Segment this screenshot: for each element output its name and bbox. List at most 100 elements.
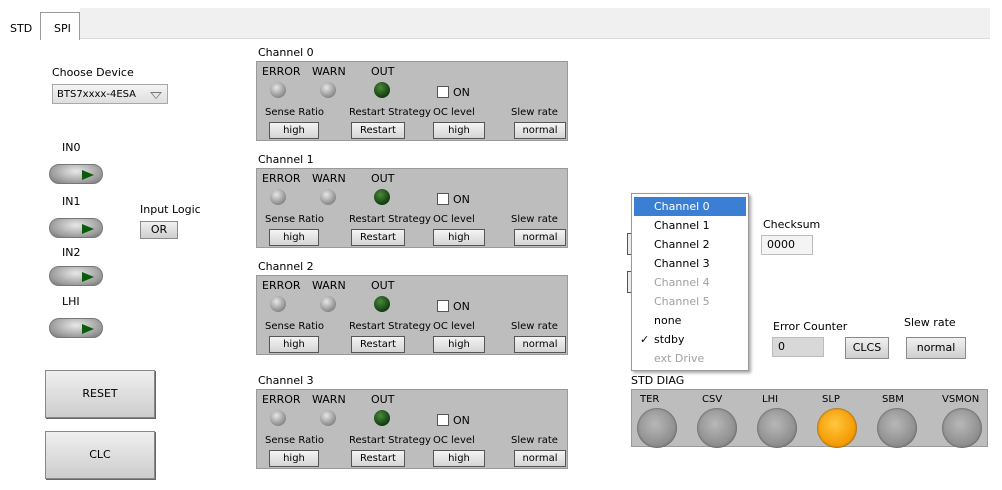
out-label: OUT [371,279,395,292]
oc-level-label: OC level [433,435,475,446]
toggle-led-icon [82,324,94,334]
slew-rate-label: Slew rate [511,214,558,225]
input-logic-button[interactable]: OR [140,221,178,239]
channel-panel-0: ERROR WARN OUT ON Sense Ratio Restart St… [256,61,568,141]
sense-ratio-button[interactable]: high [269,450,319,467]
sense-ratio-label: Sense Ratio [265,321,325,332]
channel-title: Channel 3 [258,374,314,387]
clcs-button[interactable]: CLCS [845,337,889,359]
channel-panel-2: ERROR WARN OUT ON Sense Ratio Restart St… [256,275,568,355]
slew-rate-global-button[interactable]: normal [906,337,966,359]
channel-title: Channel 1 [258,153,314,166]
menu-item-label: Channel 5 [654,295,710,308]
channel-panel-1: ERROR WARN OUT ON Sense Ratio Restart St… [256,168,568,248]
tab-strip [80,8,990,39]
std-diag-panel: TER CSV LHI SLP SBM VSMON [631,389,988,448]
warn-label: WARN [312,393,346,406]
error-lamp [270,82,286,98]
menu-item: Channel 4 [634,273,746,292]
oc-level-button[interactable]: high [433,336,485,353]
sense-ratio-label: Sense Ratio [265,107,325,118]
oc-level-button[interactable]: high [433,229,485,246]
slew-rate-label: Slew rate [511,321,558,332]
channel-select-menu: Channel 0 Channel 1 Channel 2 Channel 3 … [631,193,749,371]
error-label: ERROR [262,172,301,185]
restart-button[interactable]: Restart [351,336,405,353]
slew-rate-button[interactable]: normal [514,229,566,246]
channel-title: Channel 0 [258,46,314,59]
error-lamp [270,189,286,205]
diag-led-slp [817,408,857,448]
oc-on-label: ON [453,193,470,206]
oc-on-checkbox[interactable] [437,414,449,426]
restart-strategy-label: Restart Strategy [349,107,431,118]
choose-device-label: Choose Device [52,66,134,79]
menu-item[interactable]: ✓ stdby [634,330,746,349]
error-counter-label: Error Counter [773,320,848,333]
input-logic-label: Input Logic [140,203,201,216]
tab-separator [40,12,41,40]
menu-item[interactable]: none [634,311,746,330]
oc-on-checkbox[interactable] [437,86,449,98]
toggle-in1[interactable] [49,218,103,238]
diag-label-slp: SLP [822,394,840,405]
oc-level-button[interactable]: high [433,450,485,467]
out-lamp [374,410,390,426]
menu-item: Channel 5 [634,292,746,311]
device-select[interactable]: BTS7xxxx-4ESA [52,84,168,104]
sense-ratio-button[interactable]: high [269,122,319,139]
warn-lamp [320,410,336,426]
warn-lamp [320,296,336,312]
error-label: ERROR [262,393,301,406]
tab-std[interactable]: STD [4,16,38,42]
oc-level-button[interactable]: high [433,122,485,139]
slew-rate-button[interactable]: normal [514,122,566,139]
restart-strategy-label: Restart Strategy [349,435,431,446]
diag-led-sbm [877,408,917,448]
oc-level-label: OC level [433,107,475,118]
out-label: OUT [371,172,395,185]
restart-button[interactable]: Restart [351,122,405,139]
slew-rate-label: Slew rate [511,435,558,446]
diag-label-sbm: SBM [882,394,904,405]
input-label-lhi: LHI [62,295,80,308]
clc-button[interactable]: CLC [45,431,155,479]
diag-label-vsmon: VSMON [942,394,980,405]
sense-ratio-button[interactable]: high [269,229,319,246]
menu-item: ext Drive [634,349,746,368]
menu-item[interactable]: Channel 0 [634,197,746,216]
tab-spi[interactable]: SPI [48,16,77,42]
check-icon: ✓ [640,333,650,346]
oc-on-checkbox[interactable] [437,300,449,312]
menu-item[interactable]: Channel 1 [634,216,746,235]
menu-item[interactable]: Channel 2 [634,235,746,254]
toggle-lhi[interactable] [49,318,103,338]
restart-button[interactable]: Restart [351,450,405,467]
diag-led-csv [697,408,737,448]
sense-ratio-label: Sense Ratio [265,435,325,446]
menu-item[interactable]: Channel 3 [634,254,746,273]
error-counter-value: 0 [778,340,785,353]
diag-led-ter [637,408,677,448]
tab-bar: STD SPI [0,0,1002,40]
diag-label-lhi: LHI [762,394,779,405]
slew-rate-button[interactable]: normal [514,450,566,467]
diag-led-vsmon [942,408,982,448]
slew-rate-label: Slew rate [511,107,558,118]
diag-label-ter: TER [640,394,660,405]
error-counter-field: 0 [772,337,824,357]
restart-button[interactable]: Restart [351,229,405,246]
menu-item-label: Channel 0 [654,200,710,213]
oc-on-checkbox[interactable] [437,193,449,205]
sense-ratio-button[interactable]: high [269,336,319,353]
out-lamp [374,296,390,312]
sense-ratio-label: Sense Ratio [265,214,325,225]
out-label: OUT [371,65,395,78]
error-label: ERROR [262,279,301,292]
checksum-field[interactable]: 0000 [761,235,813,255]
toggle-in2[interactable] [49,266,103,286]
reset-button[interactable]: RESET [45,370,155,418]
std-diag-title: STD DIAG [631,374,685,387]
slew-rate-button[interactable]: normal [514,336,566,353]
toggle-in0[interactable] [49,164,103,184]
